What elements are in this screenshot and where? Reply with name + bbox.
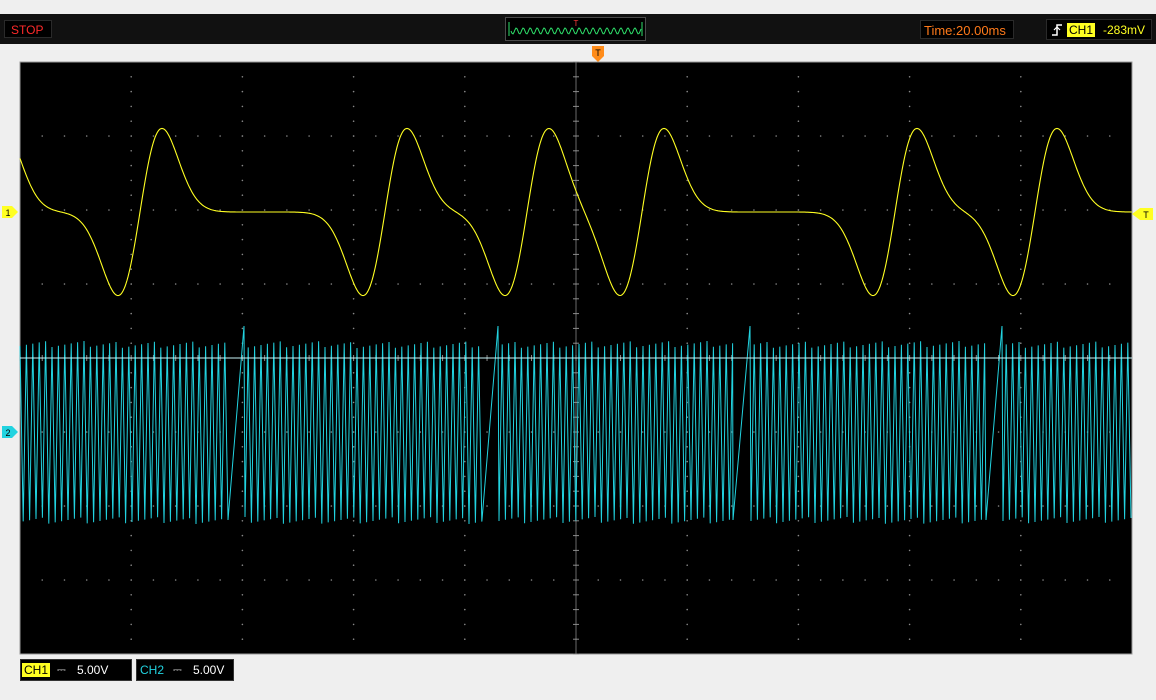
- overview-waveform: [510, 27, 642, 35]
- svg-text:2: 2: [5, 428, 10, 438]
- run-stop-button[interactable]: STOP: [4, 20, 52, 38]
- ch1-volts-per-div: 5.00V: [77, 663, 109, 677]
- ch1-label: CH1: [22, 663, 51, 677]
- ch1-offset-marker[interactable]: 1: [2, 206, 18, 218]
- ch2-label: CH2: [140, 663, 165, 677]
- overview-svg: T: [508, 19, 643, 36]
- ch2-volts-per-div: 5.00V: [193, 663, 225, 677]
- trigger-level-marker[interactable]: T: [1132, 208, 1153, 220]
- rising-edge-icon: [1052, 24, 1062, 36]
- timebase-display[interactable]: Time:20.00ms: [920, 20, 1014, 39]
- trigger-level: -283mV: [1103, 23, 1146, 37]
- overview-trigger-marker: T: [574, 19, 579, 28]
- top-toolbar: STOP T Time:20.00ms CH1 -283mV: [0, 14, 1156, 44]
- trigger-settings[interactable]: CH1 -283mV: [1046, 19, 1152, 40]
- svg-text:1: 1: [5, 208, 10, 218]
- ch1-scale-box[interactable]: CH1 ⎓ 5.00V: [20, 659, 132, 681]
- trigger-source: CH1: [1067, 23, 1096, 37]
- scope-display[interactable]: T T 1 2: [0, 44, 1156, 700]
- ch2-scale-box[interactable]: CH2 ⎓ 5.00V: [136, 659, 234, 681]
- dc-coupling-icon: ⎓: [173, 664, 182, 676]
- svg-text:T: T: [1143, 210, 1149, 220]
- ch2-offset-marker[interactable]: 2: [2, 426, 18, 438]
- waveform-overview[interactable]: T: [505, 17, 646, 41]
- trigger-position-marker[interactable]: T: [592, 46, 604, 62]
- dc-coupling-icon: ⎓: [57, 664, 66, 676]
- svg-text:T: T: [595, 48, 601, 58]
